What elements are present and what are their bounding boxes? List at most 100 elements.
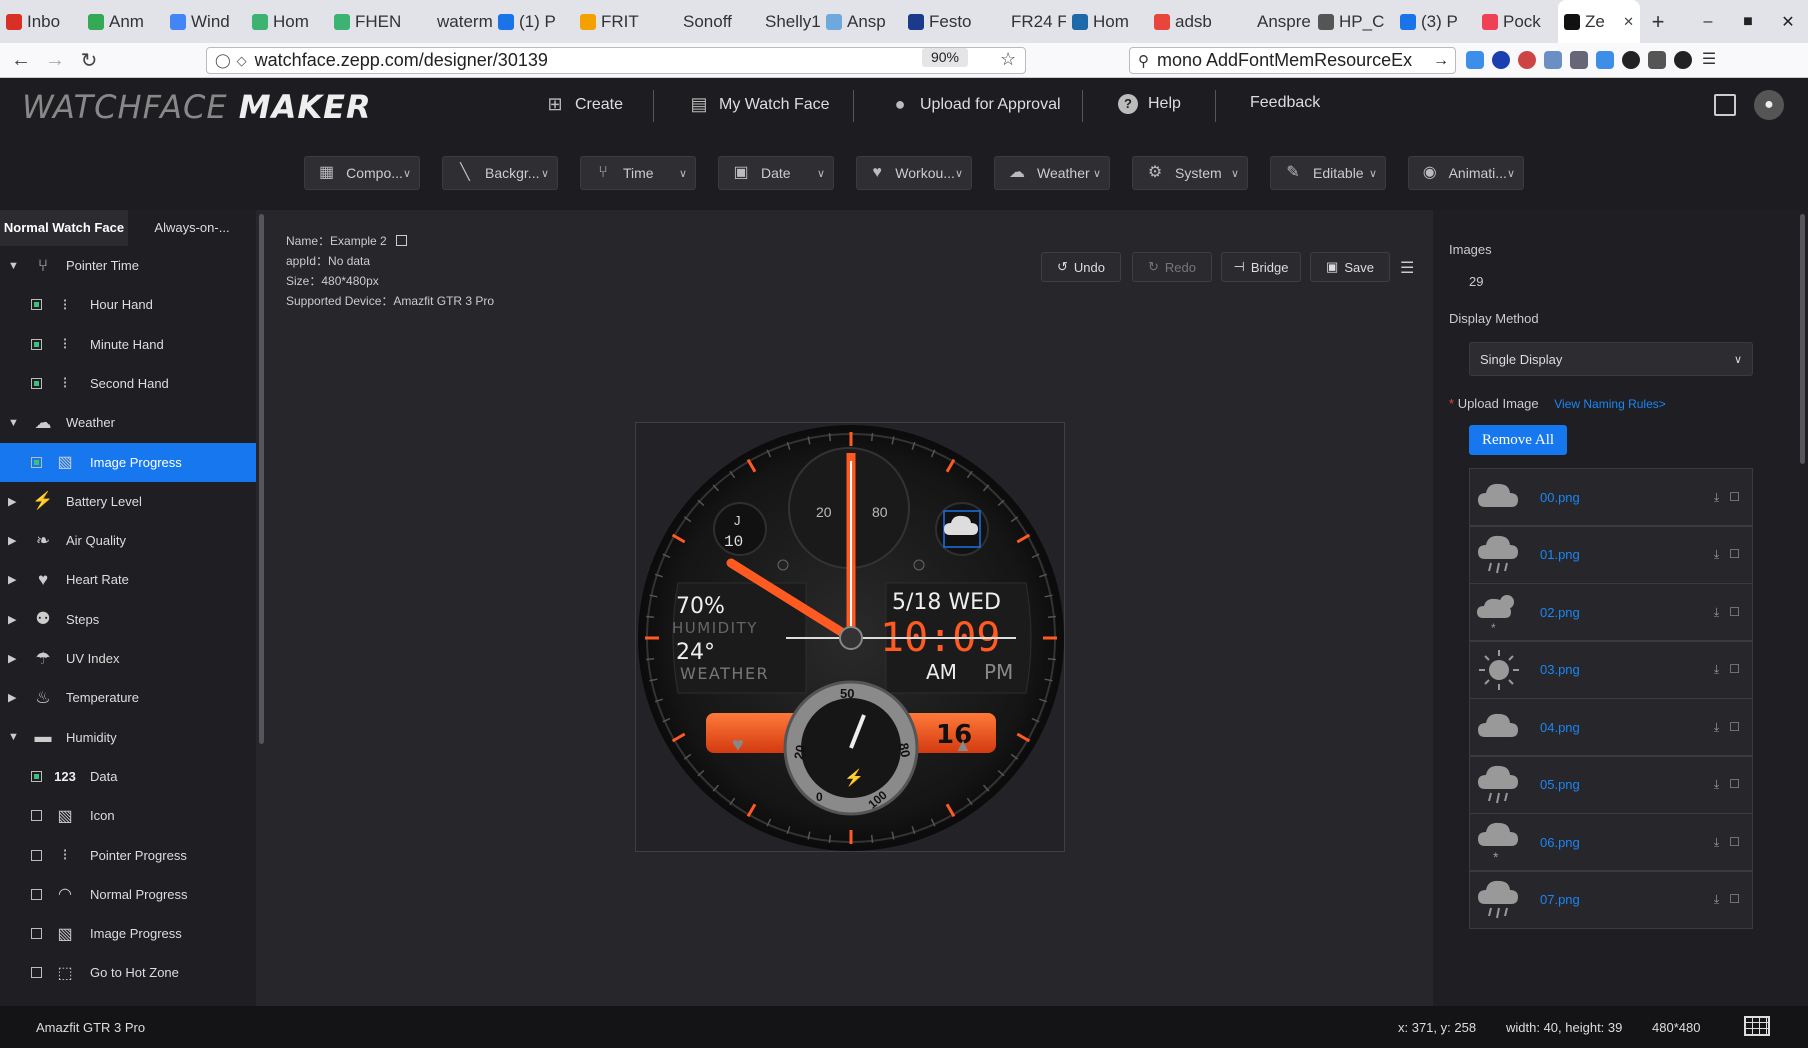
browser-tab[interactable]: Wind — [164, 0, 246, 43]
browser-tab[interactable]: Ansp — [820, 0, 902, 43]
visibility-checkbox[interactable] — [31, 299, 42, 311]
component-editable[interactable]: ✎ Editable ∨ — [1270, 156, 1386, 190]
image-list-item[interactable]: 03.png ⤓ ☐ — [1469, 640, 1753, 699]
menu-help[interactable]: ? Help — [1118, 94, 1181, 114]
browser-tab[interactable]: Pock — [1476, 0, 1558, 43]
extension-icon[interactable] — [1648, 51, 1666, 69]
visibility-checkbox[interactable] — [31, 338, 42, 350]
browser-tab[interactable]: (3) P — [1394, 0, 1476, 43]
browser-tab[interactable]: FRIT — [574, 0, 656, 43]
tree-item-hour-hand[interactable]: ⁝ Hour Hand — [0, 285, 256, 324]
menu-create[interactable]: ⊞ Create — [545, 94, 623, 115]
download-icon[interactable]: ⤓ — [1714, 490, 1719, 505]
caret-right-icon[interactable]: ▶ — [8, 573, 22, 586]
image-filename-link[interactable]: 01.png — [1540, 547, 1580, 562]
caret-right-icon[interactable]: ▶ — [8, 495, 22, 508]
browser-tab[interactable]: Ze ✕ — [1558, 0, 1640, 43]
extension-icon[interactable] — [1466, 51, 1484, 69]
minimize-icon[interactable]: – — [1688, 13, 1728, 31]
browser-tab[interactable]: adsb — [1148, 0, 1230, 43]
browser-tab[interactable]: Anspre — [1230, 0, 1312, 43]
visibility-checkbox[interactable] — [31, 888, 42, 900]
search-bar[interactable]: ⚲ mono AddFontMemResourceEx → — [1129, 47, 1456, 74]
caret-right-icon[interactable]: ▶ — [8, 613, 22, 626]
tab-normal-watch-face[interactable]: Normal Watch Face — [0, 210, 128, 246]
browser-tab[interactable]: Shelly1 — [738, 0, 820, 43]
delete-icon[interactable]: ☐ — [1729, 662, 1740, 677]
image-list-item[interactable]: 07.png ⤓ ☐ — [1469, 870, 1753, 929]
tree-group-temperature[interactable]: ▶ ♨ Temperature — [0, 678, 256, 717]
tree-item-normal-progress[interactable]: ◠ Normal Progress — [0, 875, 256, 914]
tree-group-humidity[interactable]: ▼ ▬ Humidity — [0, 718, 256, 757]
caret-right-icon[interactable]: ▶ — [8, 652, 22, 665]
property-panel-scrollbar[interactable] — [1800, 214, 1805, 464]
extension-icon[interactable] — [1674, 51, 1692, 69]
component-time[interactable]: ⑂ Time ∨ — [580, 156, 696, 190]
menu-icon[interactable]: ☰ — [1700, 51, 1718, 69]
display-method-select[interactable]: Single Display ∨ — [1469, 342, 1753, 376]
browser-tab[interactable]: HP_C — [1312, 0, 1394, 43]
reload-icon[interactable]: ↻ — [72, 48, 106, 73]
avatar[interactable]: ● — [1754, 90, 1784, 120]
remove-all-button[interactable]: Remove All — [1469, 425, 1567, 455]
tree-group-pointer-time[interactable]: ▼ ⑂ Pointer Time — [0, 246, 256, 285]
go-arrow-icon[interactable]: → — [1433, 52, 1449, 70]
image-list-item[interactable]: * 02.png ⤓ ☐ — [1469, 583, 1753, 641]
download-icon[interactable] — [1596, 51, 1614, 69]
extension-icon[interactable] — [1544, 51, 1562, 69]
download-icon[interactable]: ⤓ — [1714, 605, 1719, 620]
browser-tab[interactable]: FHEN — [328, 0, 410, 43]
caret-right-icon[interactable]: ▶ — [8, 691, 22, 704]
extension-icon[interactable] — [1518, 51, 1536, 69]
download-icon[interactable]: ⤓ — [1714, 777, 1719, 792]
caret-right-icon[interactable]: ▶ — [8, 534, 22, 547]
url-bar[interactable]: ◯ ◇ watchface.zepp.com/designer/30139 — [206, 47, 1026, 74]
close-tab-icon[interactable]: ✕ — [1623, 14, 1634, 30]
tree-group-weather[interactable]: ▼ ☁ Weather — [0, 403, 256, 442]
tree-item-second-hand[interactable]: ⁝ Second Hand — [0, 364, 256, 403]
visibility-checkbox[interactable] — [31, 377, 42, 389]
download-icon[interactable]: ⤓ — [1714, 720, 1719, 735]
image-filename-link[interactable]: 07.png — [1540, 892, 1580, 907]
tree-group-air-quality[interactable]: ▶ ❧ Air Quality — [0, 521, 256, 560]
bookmark-star-icon[interactable]: ☆ — [1000, 49, 1016, 70]
menu-upload-for-approval[interactable]: ● Upload for Approval — [890, 94, 1061, 115]
tree-item-icon[interactable]: ▧ Icon — [0, 796, 256, 835]
download-icon[interactable]: ⤓ — [1714, 547, 1719, 562]
visibility-checkbox[interactable] — [31, 770, 42, 782]
zoom-level[interactable]: 90% — [922, 48, 968, 67]
download-icon[interactable]: ⤓ — [1714, 662, 1719, 677]
menu-my-watch-face[interactable]: ▤ My Watch Face — [689, 94, 829, 115]
tree-item-go-to-hot-zone[interactable]: ⬚ Go to Hot Zone — [0, 953, 256, 992]
bridge-button[interactable]: ⊣ Bridge — [1221, 252, 1301, 282]
browser-tab[interactable]: Anm — [82, 0, 164, 43]
browser-tab[interactable]: (1) P — [492, 0, 574, 43]
extension-icon[interactable] — [1492, 51, 1510, 69]
more-menu-icon[interactable]: ☰ — [1400, 258, 1414, 278]
visibility-checkbox[interactable] — [31, 456, 42, 468]
edit-name-icon[interactable] — [396, 235, 408, 246]
layer-panel-scrollbar[interactable] — [259, 214, 264, 744]
delete-icon[interactable]: ☐ — [1729, 720, 1740, 735]
tree-group-battery-level[interactable]: ▶ ⚡ Battery Level — [0, 482, 256, 521]
new-tab-button[interactable]: + — [1640, 9, 1676, 35]
app-logo[interactable]: WATCHFACE MAKER — [22, 88, 372, 126]
component-animati[interactable]: ◉ Animati... ∨ — [1408, 156, 1524, 190]
component-system[interactable]: ⚙ System ∨ — [1132, 156, 1248, 190]
browser-tab[interactable]: Festo — [902, 0, 984, 43]
tree-group-heart-rate[interactable]: ▶ ♥ Heart Rate — [0, 560, 256, 599]
download-icon[interactable]: ⤓ — [1714, 892, 1719, 907]
close-icon[interactable]: ✕ — [1768, 12, 1808, 32]
browser-tab[interactable]: Hom — [1066, 0, 1148, 43]
image-filename-link[interactable]: 06.png — [1540, 835, 1580, 850]
delete-icon[interactable]: ☐ — [1729, 892, 1740, 907]
tree-item-pointer-progress[interactable]: ⁝ Pointer Progress — [0, 836, 256, 875]
visibility-checkbox[interactable] — [31, 928, 42, 940]
grid-icon[interactable] — [1744, 1016, 1770, 1036]
back-icon[interactable]: ← — [4, 49, 38, 72]
extension-icon[interactable] — [1622, 51, 1640, 69]
image-list-item[interactable]: * 06.png ⤓ ☐ — [1469, 813, 1753, 871]
tree-group-uv-index[interactable]: ▶ ☂ UV Index — [0, 639, 256, 678]
component-workou[interactable]: ♥ Workou... ∨ — [856, 156, 972, 190]
caret-down-icon[interactable]: ▼ — [8, 260, 22, 272]
